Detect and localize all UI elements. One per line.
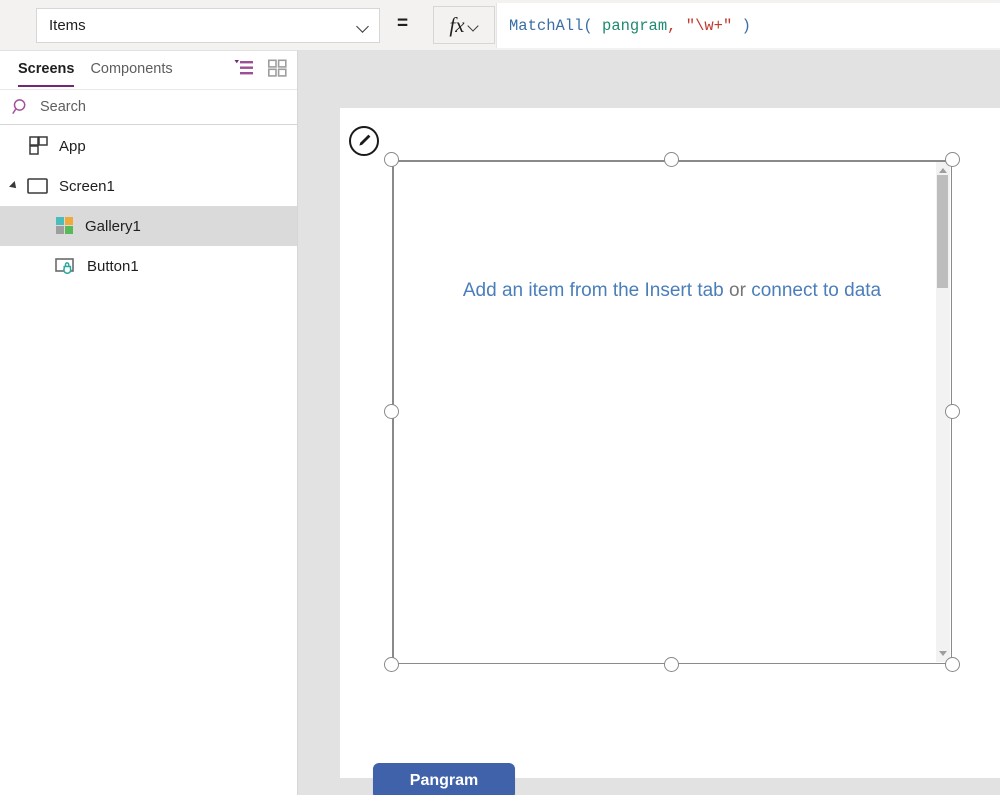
formula-token-1: (: [583, 16, 603, 35]
tab-screens-label: Screens: [18, 61, 75, 77]
tab-components[interactable]: Components: [82, 51, 180, 87]
panel-view-toggles: [234, 59, 287, 77]
button-icon: [55, 258, 74, 274]
twisty-placeholder: [8, 218, 24, 234]
resize-handle-middle-left[interactable]: [384, 404, 399, 419]
tree-item-screen1-label: Screen1: [59, 177, 115, 195]
scrollbar-thumb[interactable]: [937, 175, 948, 288]
pangram-button-label: Pangram: [409, 772, 479, 789]
gallery-empty-or: or: [723, 280, 752, 301]
gallery-empty-message: Add an item from the Insert tab or conne…: [393, 280, 951, 303]
property-selector[interactable]: Items: [36, 8, 380, 43]
search-placeholder: Search: [40, 99, 86, 115]
tree-item-button1-label: Button1: [87, 257, 139, 275]
formula-token-3: ,: [667, 16, 677, 35]
caret-down-icon[interactable]: [939, 651, 947, 656]
tree-item-button1[interactable]: Button1: [0, 246, 297, 286]
component-tree: App Screen1 Gallery1 Button1: [0, 126, 297, 795]
formula-token-5: "\w+": [685, 16, 733, 35]
pencil-icon: [359, 134, 371, 146]
gallery-icon: [56, 217, 73, 234]
tab-screens[interactable]: Screens: [10, 51, 82, 87]
edit-gallery-button[interactable]: [349, 126, 379, 156]
formula-input[interactable]: MatchAll( pangram, "\w+" ): [496, 3, 1000, 48]
resize-handle-middle-right[interactable]: [945, 404, 960, 419]
powerapps-studio: Items = fx MatchAll( pangram, "\w+" ) Sc…: [0, 0, 1000, 795]
caret-up-icon[interactable]: [939, 168, 947, 173]
chevron-down-icon: [357, 20, 369, 32]
tree-view-icon[interactable]: [234, 59, 254, 77]
tree-item-gallery1[interactable]: Gallery1: [0, 206, 297, 246]
app-screen[interactable]: Add an item from the Insert tab or conne…: [340, 108, 1000, 795]
tree-item-app-label: App: [59, 137, 86, 155]
formula-bar: Items = fx MatchAll( pangram, "\w+" ): [0, 0, 1000, 51]
app-icon: [29, 136, 48, 155]
tree-item-app[interactable]: App: [0, 126, 297, 166]
connect-to-data-link[interactable]: connect to data: [751, 280, 881, 301]
tree-item-gallery1-label: Gallery1: [85, 217, 141, 235]
formula-token-6: ): [732, 16, 751, 35]
twisty-placeholder: [8, 138, 24, 154]
thumbnail-view-icon[interactable]: [268, 59, 287, 77]
fx-button[interactable]: fx: [433, 6, 495, 44]
tab-components-label: Components: [90, 61, 173, 77]
resize-handle-top-right[interactable]: [945, 152, 960, 167]
resize-handle-bottom-left[interactable]: [384, 657, 399, 672]
formula-token-0: MatchAll: [509, 16, 584, 35]
canvas-area: Add an item from the Insert tab or conne…: [298, 51, 1000, 795]
panel-tabstrip: Screens Components: [0, 51, 297, 89]
screen-icon: [27, 178, 48, 194]
property-selector-label: Items: [49, 17, 86, 34]
formula-token-2: pangram: [602, 16, 668, 35]
search-icon: [12, 99, 26, 115]
resize-handle-top-left[interactable]: [384, 152, 399, 167]
left-tree-panel: Screens Components Search App Screen1 Ga…: [0, 51, 298, 795]
search-input[interactable]: Search: [0, 89, 297, 125]
gallery-control[interactable]: Add an item from the Insert tab or conne…: [392, 160, 952, 664]
expand-collapse-icon[interactable]: [8, 178, 24, 194]
equals-sign: =: [397, 13, 409, 34]
fx-label: fx: [449, 12, 465, 37]
resize-handle-bottom-center[interactable]: [664, 657, 679, 672]
resize-handle-top-center[interactable]: [664, 152, 679, 167]
tree-item-screen1[interactable]: Screen1: [0, 166, 297, 206]
formula-token-4: [676, 17, 685, 35]
chevron-down-icon: [468, 20, 479, 31]
resize-handle-bottom-right[interactable]: [945, 657, 960, 672]
twisty-placeholder: [8, 258, 24, 274]
insert-tab-link[interactable]: Add an item from the Insert tab: [463, 280, 724, 301]
pangram-button[interactable]: Pangram: [373, 763, 515, 795]
